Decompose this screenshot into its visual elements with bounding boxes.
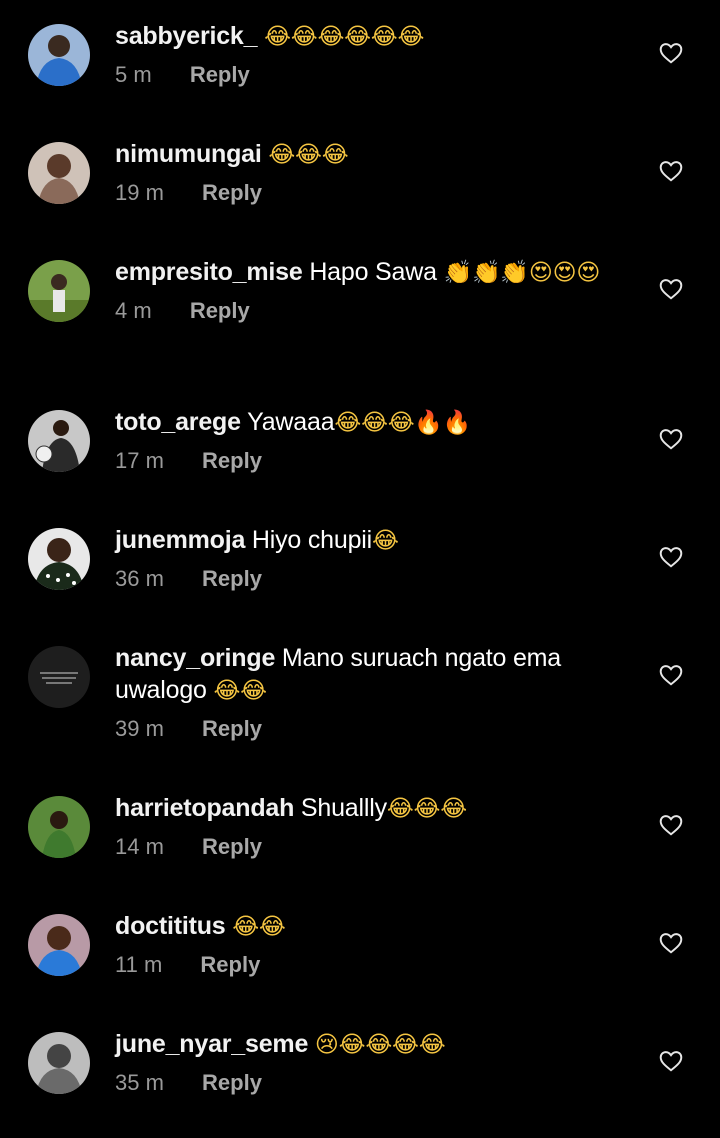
avatar[interactable] (28, 528, 90, 590)
comment-username[interactable]: nimumungai (115, 140, 262, 168)
avatar[interactable] (28, 24, 90, 86)
comment-timestamp: 19 m (115, 180, 164, 205)
heart-icon[interactable] (658, 930, 684, 956)
comment-emoji: 😂😂 (213, 678, 267, 704)
avatar[interactable] (28, 796, 90, 858)
avatar[interactable] (28, 410, 90, 472)
reply-button[interactable]: Reply (202, 833, 262, 861)
reply-button[interactable]: Reply (202, 1069, 262, 1097)
comment-emoji: 👏👏👏😍😍😍 (443, 260, 601, 286)
reply-button[interactable]: Reply (202, 565, 262, 593)
comment-text: Hapo Sawa (309, 258, 444, 286)
reply-button[interactable]: Reply (190, 61, 250, 89)
comment-text: Shuallly (300, 794, 387, 822)
heart-icon[interactable] (658, 158, 684, 184)
comment-timestamp: 35 m (115, 1070, 164, 1095)
reply-button[interactable]: Reply (190, 297, 250, 325)
heart-icon[interactable] (658, 812, 684, 838)
comment-username[interactable]: doctititus (115, 912, 226, 940)
comment-emoji: 😂😂😂 (386, 796, 467, 822)
avatar[interactable] (28, 914, 90, 976)
comment-emoji: 😂😂 (232, 914, 286, 940)
comment-username[interactable]: junemmoja (115, 526, 245, 554)
avatar[interactable] (28, 260, 90, 322)
reply-button[interactable]: Reply (202, 179, 262, 207)
heart-icon[interactable] (658, 276, 684, 302)
comment-username[interactable]: sabbyerick_ (115, 22, 258, 50)
comment-emoji: 😂 (372, 528, 399, 554)
comment-timestamp: 5 m (115, 62, 152, 87)
avatar[interactable] (28, 142, 90, 204)
heart-icon[interactable] (658, 40, 684, 66)
avatar[interactable] (28, 1032, 90, 1094)
comment-text: Yawaaa (247, 408, 335, 436)
reply-button[interactable]: Reply (202, 715, 262, 743)
comment-text: Hiyo chupii (251, 526, 372, 554)
comment-emoji: 😂😂😂 (268, 142, 349, 168)
heart-icon[interactable] (658, 662, 684, 688)
comment-emoji: 😢😂😂😂😂 (314, 1032, 446, 1058)
comment-timestamp: 4 m (115, 298, 152, 323)
heart-icon[interactable] (658, 544, 684, 570)
comment-timestamp: 14 m (115, 834, 164, 859)
comment-timestamp: 39 m (115, 716, 164, 741)
heart-icon[interactable] (658, 426, 684, 452)
avatar[interactable] (28, 646, 90, 708)
reply-button[interactable]: Reply (200, 951, 260, 979)
comment-emoji: 😂😂😂😂😂😂 (264, 24, 425, 50)
comment-emoji: 😂😂😂🔥🔥 (334, 410, 472, 436)
comment-username[interactable]: toto_arege (115, 408, 241, 436)
comment-timestamp: 17 m (115, 448, 164, 473)
comment-username[interactable]: nancy_oringe (115, 644, 275, 672)
reply-button[interactable]: Reply (202, 447, 262, 475)
comment-timestamp: 11 m (115, 952, 163, 977)
comment-username[interactable]: harrietopandah (115, 794, 294, 822)
heart-icon[interactable] (658, 1048, 684, 1074)
comment-username[interactable]: june_nyar_seme (115, 1030, 308, 1058)
comment-timestamp: 36 m (115, 566, 164, 591)
comment-username[interactable]: empresito_mise (115, 258, 303, 286)
